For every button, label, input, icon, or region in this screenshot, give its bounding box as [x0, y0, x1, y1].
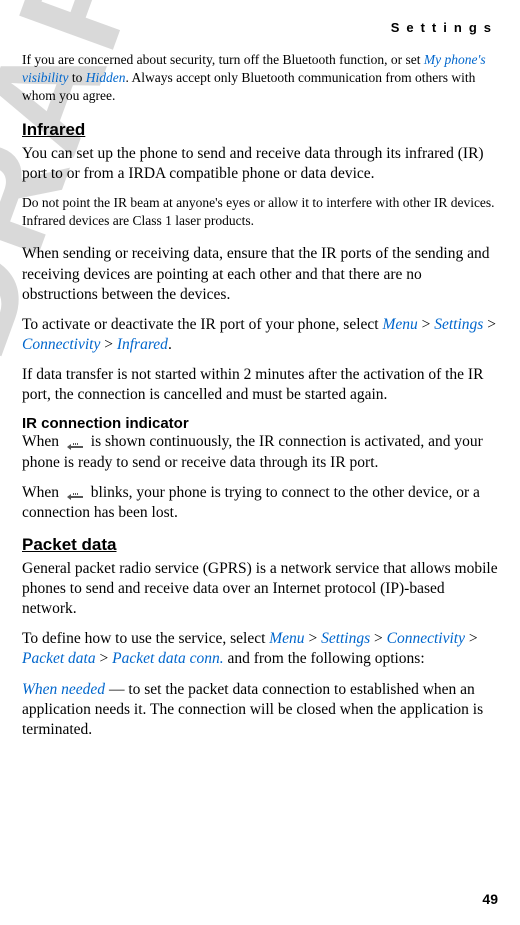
- text: >: [418, 316, 435, 333]
- text: and from the following options:: [224, 650, 425, 667]
- text: To define how to use the service, select: [22, 630, 269, 647]
- link-packet-data-conn: Packet data conn.: [112, 650, 223, 667]
- text: >: [370, 630, 387, 647]
- packet-when-needed: When needed — to set the packet data con…: [22, 680, 498, 740]
- infrared-warning: Do not point the IR beam at anyone's eye…: [22, 194, 498, 230]
- text: >: [483, 316, 496, 333]
- ir-indicator-p1: When is shown continuously, the IR conne…: [22, 432, 498, 472]
- infrared-p3: When sending or receiving data, ensure t…: [22, 244, 498, 304]
- text: When: [22, 484, 63, 501]
- link-settings: Settings: [321, 630, 370, 647]
- link-settings: Settings: [434, 316, 483, 333]
- ir-indicator-heading: IR connection indicator: [22, 415, 498, 432]
- ir-indicator-p2: When blinks, your phone is trying to con…: [22, 483, 498, 523]
- link-packet-data: Packet data: [22, 650, 96, 667]
- text: .: [168, 336, 172, 353]
- page-header: Settings: [22, 20, 498, 35]
- page-number: 49: [482, 891, 498, 907]
- packet-p1: General packet radio service (GPRS) is a…: [22, 559, 498, 619]
- text: to: [69, 70, 86, 85]
- text: To activate or deactivate the IR port of…: [22, 316, 382, 333]
- text: >: [305, 630, 322, 647]
- text: >: [96, 650, 113, 667]
- infrared-heading: Infrared: [22, 120, 498, 140]
- link-infrared: Infrared: [117, 336, 168, 353]
- text: blinks, your phone is trying to connect …: [22, 484, 480, 521]
- infrared-p5: If data transfer is not started within 2…: [22, 365, 498, 405]
- packet-data-heading: Packet data: [22, 535, 498, 555]
- ir-indicator-icon: [65, 438, 85, 448]
- text: If you are concerned about security, tur…: [22, 52, 424, 67]
- infrared-p1: You can set up the phone to send and rec…: [22, 144, 498, 184]
- packet-define: To define how to use the service, select…: [22, 629, 498, 669]
- text: is shown continuously, the IR connection…: [22, 433, 483, 470]
- ir-indicator-icon: [65, 488, 85, 498]
- link-connectivity: Connectivity: [387, 630, 465, 647]
- text: >: [465, 630, 478, 647]
- text: >: [100, 336, 117, 353]
- bluetooth-note: If you are concerned about security, tur…: [22, 51, 498, 106]
- text: When: [22, 433, 63, 450]
- link-hidden: Hidden: [86, 70, 126, 85]
- link-menu: Menu: [382, 316, 417, 333]
- link-when-needed: When needed: [22, 681, 105, 698]
- link-menu: Menu: [269, 630, 304, 647]
- page-content: Settings If you are concerned about secu…: [22, 20, 498, 740]
- infrared-activate: To activate or deactivate the IR port of…: [22, 315, 498, 355]
- link-connectivity: Connectivity: [22, 336, 100, 353]
